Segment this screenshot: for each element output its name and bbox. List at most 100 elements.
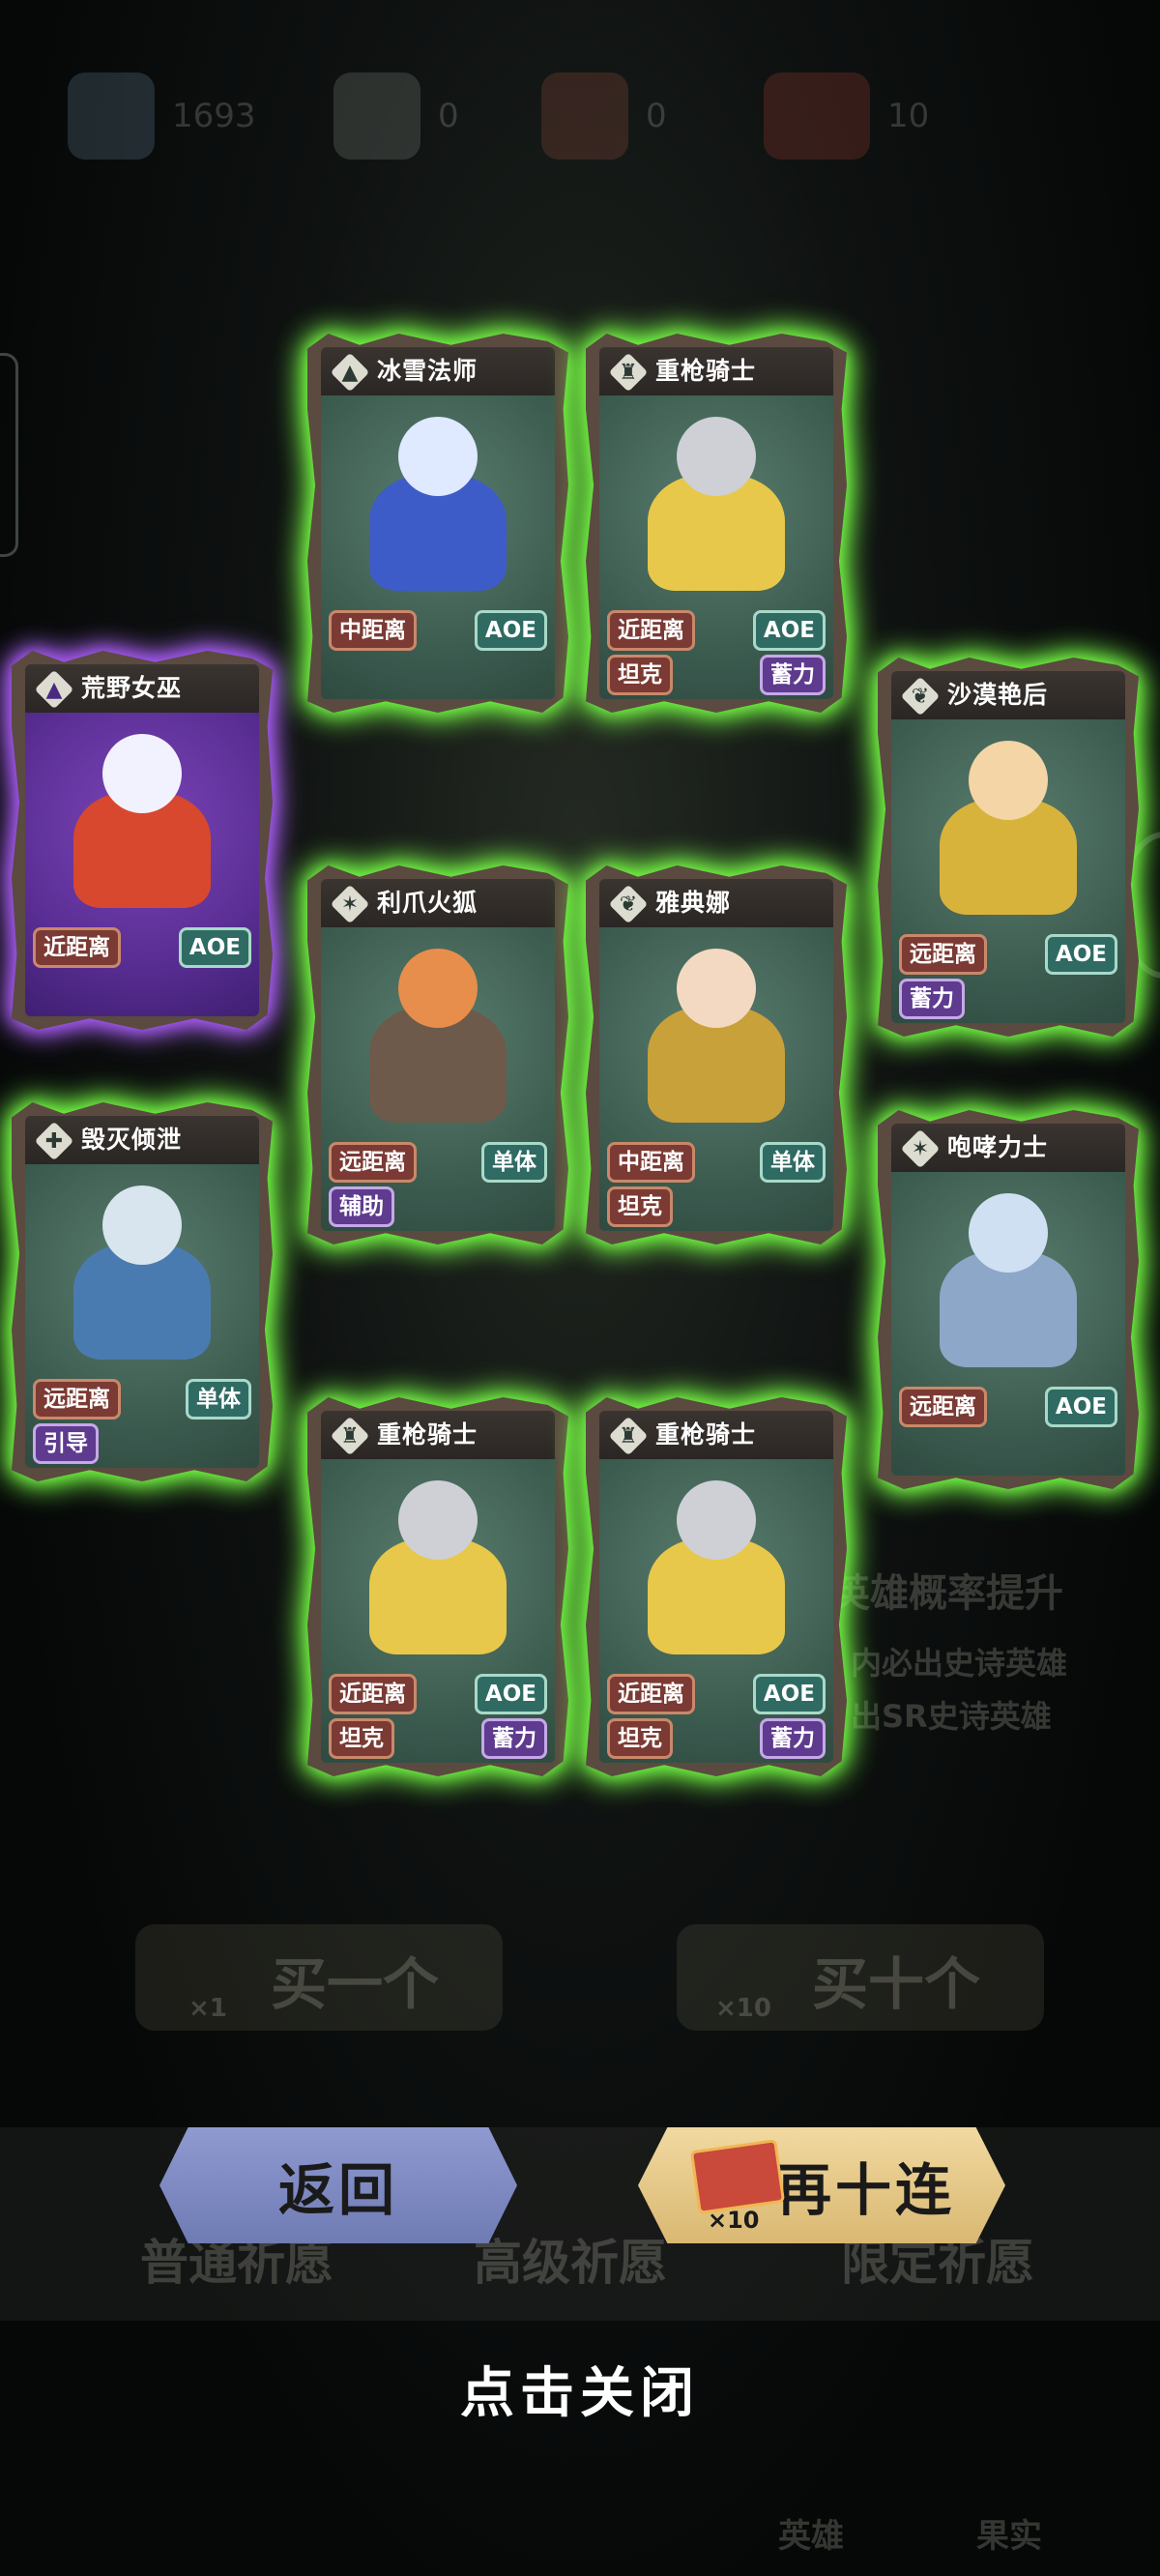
hero-portrait <box>44 724 240 918</box>
hero-tag: AOE <box>1044 1387 1117 1427</box>
scroll-icon <box>334 73 420 160</box>
card-name-bar: ♜ 重枪骑士 <box>599 1411 833 1459</box>
hero-card[interactable]: ♜ 重枪骑士近距离 AOE 坦克 蓄力 <box>586 1397 847 1776</box>
hero-tag: 蓄力 <box>899 979 965 1019</box>
hero-tag: 坦克 <box>607 1718 673 1759</box>
hero-tag: AOE <box>474 610 547 651</box>
currency-bar: 1693 0 0 10 <box>0 58 1160 174</box>
bg-hero-prob: 英雄概率提升 <box>831 1571 1063 1616</box>
card-name-bar: ▲ 荒野女巫 <box>25 664 259 713</box>
hero-name: 冰雪法师 <box>377 357 478 385</box>
ticket-counter: 10 <box>764 58 929 174</box>
item3-counter: 0 <box>541 58 667 174</box>
ticket-icon <box>764 73 870 160</box>
bg-tab2: 高级祈愿 <box>474 2235 667 2291</box>
hero-tag: AOE <box>752 1674 826 1714</box>
tag-row: 近距离 AOE <box>25 927 259 968</box>
back-button[interactable]: 返回 <box>160 2127 517 2243</box>
wrench-icon: ✚ <box>44 1128 64 1154</box>
hero-card[interactable]: ❦ 沙漠艳后 远距离 AOE 蓄力 <box>878 658 1139 1037</box>
card-name-bar: ♜ 重枪骑士 <box>321 1411 555 1459</box>
tag-row: 远距离 AOE <box>891 1387 1125 1427</box>
tag-row: 坦克 <box>599 1186 833 1227</box>
hero-name: 利爪火狐 <box>377 889 478 917</box>
tap-to-close-hint[interactable]: 点击关闭 <box>0 2350 1160 2428</box>
card-name-bar: ✶ 利爪火狐 <box>321 879 555 927</box>
card-name-bar: ✚ 毁灭倾泄 <box>25 1116 259 1164</box>
hero-tag: 远距离 <box>329 1142 417 1183</box>
hero-card[interactable]: ✶ 咆哮力士远距离 AOE <box>878 1110 1139 1489</box>
item2-counter: 0 <box>334 58 459 174</box>
hero-tag: 近距离 <box>33 927 121 968</box>
bg-buy-one-count: ×1 <box>188 1994 227 2023</box>
hero-card[interactable]: ▲ 荒野女巫近距离 AOE <box>12 651 273 1030</box>
ticket-icon <box>689 2139 786 2214</box>
hero-tag: 蓄力 <box>481 1718 547 1759</box>
card-body: ▲ 荒野女巫近距离 AOE <box>25 664 259 1016</box>
side-tab <box>0 353 18 557</box>
tag-row: 引导 <box>25 1423 259 1464</box>
tag-row: 远距离 单体 <box>321 1142 555 1183</box>
hero-tag: 近距离 <box>329 1674 417 1714</box>
hero-tag: 单体 <box>481 1142 547 1183</box>
tag-row: 近距离 AOE <box>599 1674 833 1714</box>
card-name-bar: ❦ 雅典娜 <box>599 879 833 927</box>
tank-icon: ♜ <box>619 1423 638 1449</box>
bg-buy-ten-label: 买十个 <box>812 1951 981 2017</box>
tag-row: 坦克 蓄力 <box>321 1718 555 1759</box>
item3-value: 0 <box>646 97 667 135</box>
hero-tag: 单体 <box>760 1142 826 1183</box>
magic-icon: ▲ <box>341 360 359 385</box>
bg-line1: 内必出史诗英雄 <box>851 1645 1068 1682</box>
hero-head <box>398 1480 478 1560</box>
hero-head <box>677 417 756 496</box>
hero-card[interactable]: ♜ 重枪骑士 近距离 AOE 坦克 蓄力 <box>586 334 847 713</box>
potion-icon <box>541 73 628 160</box>
draw-ten-again-button[interactable]: ×10 再十连 <box>638 2127 1005 2243</box>
tag-row: 坦克 蓄力 <box>599 655 833 695</box>
back-button-label: 返回 <box>277 2157 398 2223</box>
hero-tag: 坦克 <box>607 655 673 695</box>
ticket-count: ×10 <box>708 2207 760 2234</box>
hero-name: 雅典娜 <box>655 889 732 917</box>
diamond-icon <box>68 73 155 160</box>
hero-tag: 引导 <box>33 1423 99 1464</box>
card-name-bar: ▲ 冰雪法师 <box>321 347 555 395</box>
hero-tag: 近距离 <box>607 610 695 651</box>
wing-icon: ❦ <box>619 892 638 917</box>
hero-card[interactable]: ✚ 毁灭倾泄 远距离 单体 引导 <box>12 1102 273 1481</box>
hero-head <box>102 734 182 813</box>
bg-line2: 出SR史诗英雄 <box>851 1698 1052 1735</box>
hero-card[interactable]: ✶ 利爪火狐远距离 单体 辅助 <box>307 865 568 1244</box>
gems-value: 1693 <box>172 97 256 135</box>
tag-row: 蓄力 <box>891 979 1125 1019</box>
draw-ten-again-label: 再十连 <box>774 2157 955 2223</box>
hero-name: 沙漠艳后 <box>947 681 1049 709</box>
hero-card[interactable]: ▲ 冰雪法师 中距离 AOE <box>307 334 568 713</box>
hero-tag: 蓄力 <box>760 655 826 695</box>
tickets-value: 10 <box>887 97 930 135</box>
tag-row: 坦克 蓄力 <box>599 1718 833 1759</box>
tank-icon: ♜ <box>340 1423 360 1449</box>
hero-card[interactable]: ❦ 雅典娜中距离 单体 坦克 <box>586 865 847 1244</box>
hero-tag: AOE <box>474 1674 547 1714</box>
hero-tag: 蓄力 <box>760 1718 826 1759</box>
hero-tag: AOE <box>752 610 826 651</box>
card-name-bar: ✶ 咆哮力士 <box>891 1124 1125 1172</box>
hero-tag: 远距离 <box>33 1379 121 1420</box>
card-body: ❦ 沙漠艳后 远距离 AOE 蓄力 <box>891 671 1125 1023</box>
gems-counter: 1693 <box>68 58 256 174</box>
card-body: ✶ 咆哮力士远距离 AOE <box>891 1124 1125 1476</box>
tag-row: 辅助 <box>321 1186 555 1227</box>
hero-head <box>398 417 478 496</box>
hero-name: 毁灭倾泄 <box>81 1126 183 1154</box>
hero-tag: 中距离 <box>607 1142 695 1183</box>
card-body: ♜ 重枪骑士近距离 AOE 坦克 蓄力 <box>599 1411 833 1763</box>
claw-icon: ✶ <box>911 1136 930 1161</box>
bg-nav-hero: 英雄 <box>778 2517 844 2556</box>
card-body: ❦ 雅典娜中距离 单体 坦克 <box>599 879 833 1231</box>
hero-tag: 近距离 <box>607 1674 695 1714</box>
bg-buy-one-label: 买一个 <box>271 1951 440 2017</box>
hero-name: 咆哮力士 <box>947 1133 1049 1161</box>
hero-card[interactable]: ♜ 重枪骑士近距离 AOE 坦克 蓄力 <box>307 1397 568 1776</box>
